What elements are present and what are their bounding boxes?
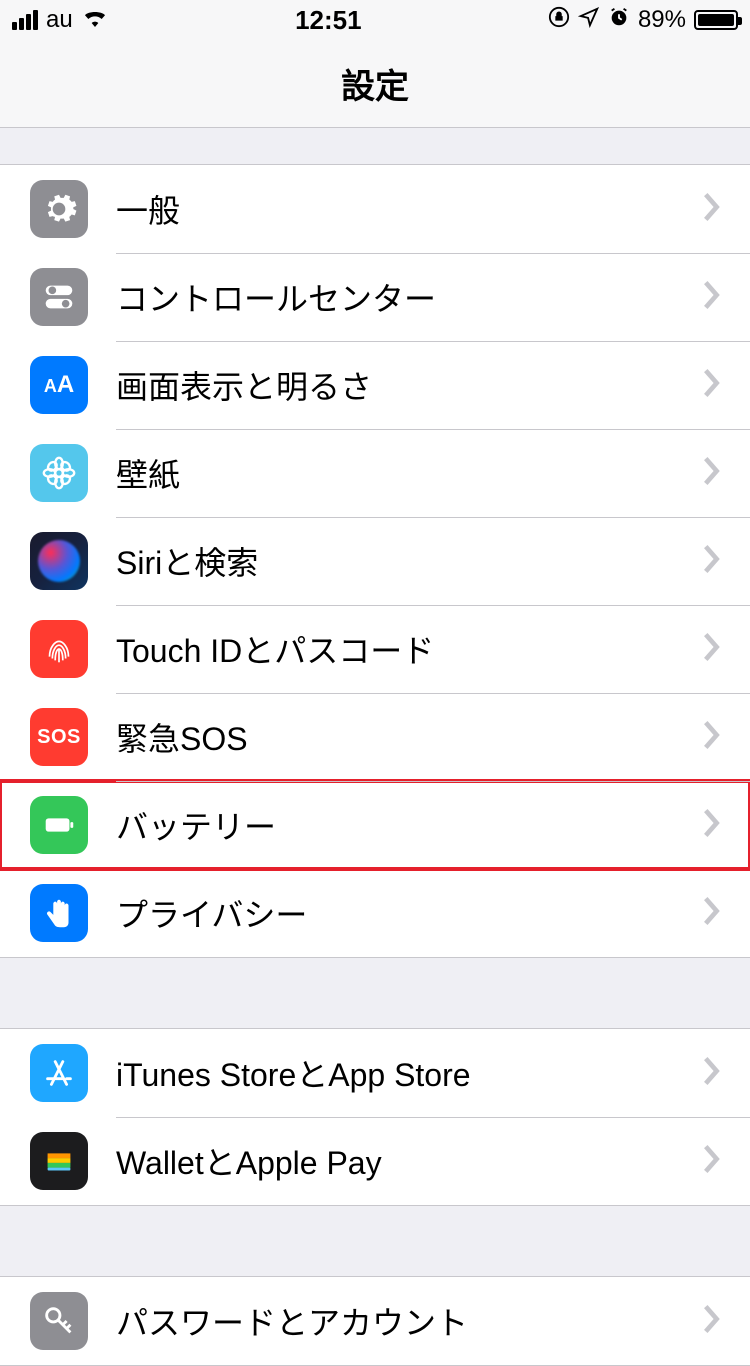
row-label: Touch IDとパスコード [116, 626, 704, 672]
chevron-right-icon [704, 457, 720, 490]
page-title: 設定 [0, 40, 750, 128]
gear-icon [30, 180, 88, 238]
section-gap [0, 1206, 750, 1276]
row-label: 一般 [116, 186, 704, 232]
wallet-icon [30, 1132, 88, 1190]
settings-group-1: 一般 コントロールセンター AA 画面表示と明るさ 壁紙 Siriと検索 Tou… [0, 164, 750, 958]
row-label: Siriと検索 [116, 538, 704, 584]
chevron-right-icon [704, 193, 720, 226]
row-label: 緊急SOS [116, 714, 704, 760]
flower-icon [30, 444, 88, 502]
chevron-right-icon [704, 633, 720, 666]
row-privacy[interactable]: プライバシー [0, 869, 750, 957]
alarm-icon [608, 6, 630, 35]
chevron-right-icon [704, 721, 720, 754]
toggles-icon [30, 268, 88, 326]
signal-icon [12, 10, 38, 30]
row-wallpaper[interactable]: 壁紙 [0, 429, 750, 517]
siri-icon [30, 532, 88, 590]
section-gap [0, 958, 750, 1028]
chevron-right-icon [704, 1305, 720, 1338]
chevron-right-icon [704, 281, 720, 314]
key-icon [30, 1292, 88, 1350]
chevron-right-icon [704, 369, 720, 402]
location-icon [578, 6, 600, 35]
aa-icon: AA [30, 356, 88, 414]
row-label: WalletとApple Pay [116, 1138, 704, 1184]
row-battery[interactable]: バッテリー [0, 781, 750, 869]
row-siri[interactable]: Siriと検索 [0, 517, 750, 605]
row-label: 画面表示と明るさ [116, 362, 704, 408]
battery-icon [694, 10, 738, 30]
battery-percent: 89% [638, 6, 686, 34]
chevron-right-icon [704, 809, 720, 842]
hand-icon [30, 884, 88, 942]
row-wallet[interactable]: WalletとApple Pay [0, 1117, 750, 1205]
fingerprint-icon [30, 620, 88, 678]
section-gap [0, 128, 750, 164]
row-sos[interactable]: SOS 緊急SOS [0, 693, 750, 781]
chevron-right-icon [704, 897, 720, 930]
carrier-label: au [46, 6, 73, 34]
settings-group-2: iTunes StoreとApp Store WalletとApple Pay [0, 1028, 750, 1206]
row-label: バッテリー [116, 802, 704, 848]
row-label: プライバシー [116, 890, 704, 936]
chevron-right-icon [704, 545, 720, 578]
wifi-icon [81, 6, 109, 34]
status-left: au [12, 6, 109, 34]
row-label: iTunes StoreとApp Store [116, 1050, 704, 1096]
status-time: 12:51 [295, 5, 362, 36]
appstore-icon [30, 1044, 88, 1102]
row-itunes[interactable]: iTunes StoreとApp Store [0, 1029, 750, 1117]
row-touchid[interactable]: Touch IDとパスコード [0, 605, 750, 693]
row-control-center[interactable]: コントロールセンター [0, 253, 750, 341]
status-bar: au 12:51 89% [0, 0, 750, 40]
row-label: 壁紙 [116, 450, 704, 496]
settings-group-3: パスワードとアカウント [0, 1276, 750, 1366]
row-display[interactable]: AA 画面表示と明るさ [0, 341, 750, 429]
row-label: コントロールセンター [116, 274, 704, 320]
chevron-right-icon [704, 1145, 720, 1178]
row-label: パスワードとアカウント [116, 1298, 704, 1344]
row-general[interactable]: 一般 [0, 165, 750, 253]
chevron-right-icon [704, 1057, 720, 1090]
orientation-lock-icon [548, 6, 570, 35]
sos-icon: SOS [30, 708, 88, 766]
battery-icon [30, 796, 88, 854]
row-passwords[interactable]: パスワードとアカウント [0, 1277, 750, 1365]
status-right: 89% [548, 6, 738, 35]
